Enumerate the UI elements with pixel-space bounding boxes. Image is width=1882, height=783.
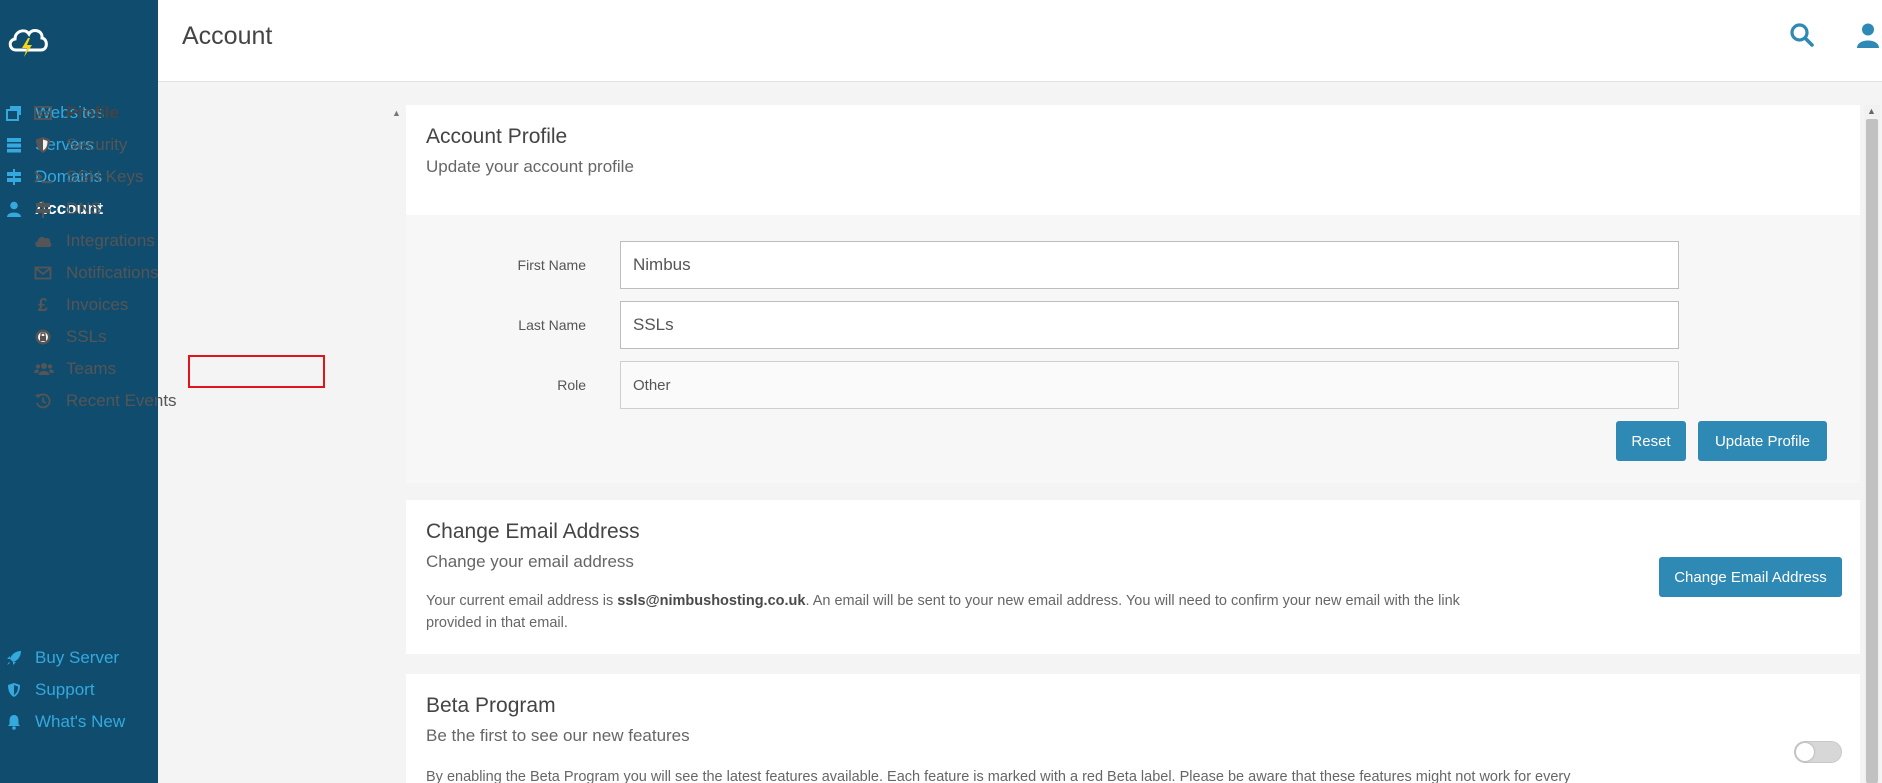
certificate-icon [34,328,52,346]
change-email-title: Change Email Address [426,520,640,543]
shield-icon [6,682,22,698]
account-profile-title: Account Profile [426,125,568,148]
terminal-icon [34,168,52,186]
change-email-subtitle: Change your email address [426,552,634,571]
change-email-card: Change Email Address Change your email a… [406,500,1860,654]
scrollbar-thumb[interactable] [1866,119,1878,783]
sidebar-item-whats-new[interactable]: What's New [6,708,125,736]
subnav-item-ssls[interactable]: SSLs [34,324,107,350]
cloud-icon [34,232,52,250]
envelope-icon [34,264,52,282]
update-profile-button[interactable]: Update Profile [1698,421,1827,461]
account-profile-card: Account Profile Update your account prof… [406,105,1860,483]
sidebar-item-buy-server[interactable]: Buy Server [6,644,119,672]
last-name-label: Last Name [518,317,586,333]
beta-program-card: Beta Program Be the first to see our new… [406,674,1860,783]
account-profile-subtitle: Update your account profile [426,157,634,176]
email-text-before: Your current email address is [426,593,618,609]
history-icon [34,392,52,410]
subnav-item-ssh-keys[interactable]: SSH Keys [34,164,143,190]
first-name-label: First Name [517,257,586,273]
subnav-item-label: DNS [66,199,102,218]
subnav-item-label: Recent Events [66,391,177,410]
first-name-field[interactable] [620,241,1679,289]
domains-icon [6,169,22,185]
users-icon [34,360,54,378]
subnav-item-profile[interactable]: Profile [34,100,119,126]
role-select-value: Other [633,376,671,394]
current-email-text: Your current email address is ssls@nimbu… [426,590,1496,634]
user-icon [6,201,22,217]
reset-button[interactable]: Reset [1616,421,1686,461]
sidebar-item-label: Support [35,680,95,699]
page-title: Account [182,22,273,50]
subnav-item-recent-events[interactable]: Recent Events [34,388,177,414]
subnav-item-teams[interactable]: Teams [34,356,116,382]
pound-icon: £ [37,295,48,315]
subnav-item-integrations[interactable]: Integrations [34,228,155,254]
current-email-address: ssls@nimbushosting.co.uk [617,593,806,609]
role-label: Role [557,377,586,393]
beta-program-subtitle: Be the first to see our new features [426,726,690,745]
top-header: Account [158,0,1882,82]
sidebar-item-support[interactable]: Support [6,676,95,704]
subnav-item-label: Profile [66,103,119,122]
subnav-item-label: Integrations [66,231,155,250]
subnav-item-label: SSLs [66,327,107,346]
subnav-item-label: SSH Keys [66,167,144,186]
subnav-item-label: Invoices [66,295,129,314]
profile-form: First Name Last Name Role Other Reset Up… [406,215,1860,483]
sidebar-item-label: What's New [35,712,126,731]
account-subnav [158,83,388,783]
subnav-item-invoices[interactable]: £ Invoices [34,292,128,318]
rocket-icon [6,650,22,666]
beta-program-description: By enabling the Beta Program you will se… [426,769,1571,783]
vertical-scrollbar[interactable]: ▲ [1864,105,1880,783]
subnav-item-label: Teams [66,359,117,378]
bell-icon [6,714,22,730]
toggle-knob [1796,743,1814,761]
subnav-item-security[interactable]: Security [34,132,127,158]
subnav-item-notifications[interactable]: Notifications [34,260,159,286]
subnav-item-label: Security [66,135,128,154]
search-icon[interactable] [1789,22,1815,48]
last-name-field[interactable] [620,301,1679,349]
sidebar-item-label: Buy Server [35,648,120,667]
shield-icon [34,136,52,154]
subnav-item-label: Notifications [66,263,159,282]
change-email-button[interactable]: Change Email Address [1659,557,1842,597]
scroll-up-arrow-icon[interactable]: ▲ [1867,106,1876,116]
servers-icon [6,137,22,153]
beta-program-title: Beta Program [426,694,556,717]
beta-program-toggle[interactable] [1794,741,1842,763]
subnav-item-dns[interactable]: DNS [34,196,102,222]
id-card-icon [34,104,52,122]
role-select[interactable]: Other [620,361,1679,409]
websites-icon [6,105,22,121]
nimbus-logo-icon[interactable] [6,20,50,60]
user-menu-icon[interactable] [1855,22,1881,48]
signpost-icon [34,200,52,218]
scroll-up-arrow-icon[interactable]: ▲ [392,108,401,118]
